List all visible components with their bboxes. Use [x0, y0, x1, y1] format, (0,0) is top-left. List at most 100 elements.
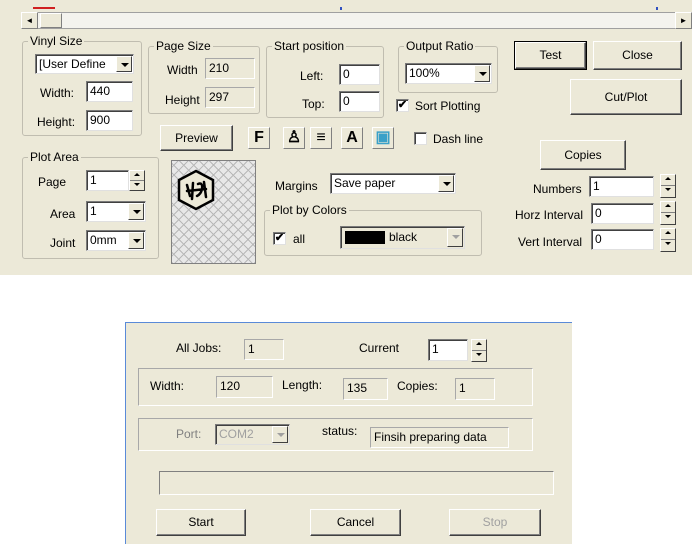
job-copies-label: Copies: [397, 379, 438, 393]
vert-interval-input[interactable]: 0 [591, 229, 654, 250]
color-swatch [345, 231, 385, 244]
test-button[interactable]: Test [514, 41, 587, 70]
page-spinner[interactable] [129, 170, 145, 191]
page-width-value: 210 [205, 58, 255, 79]
start-top-input[interactable]: 0 [339, 91, 380, 112]
job-length-label: Length: [282, 378, 323, 392]
output-ratio-value: 100% [409, 66, 440, 80]
margins-label: Margins [275, 179, 318, 193]
spinner-up-icon[interactable] [661, 175, 675, 186]
all-colors-checkbox[interactable]: ✔ [273, 232, 286, 245]
job-width-label: Width: [150, 379, 185, 393]
spinner-up-icon[interactable] [661, 202, 675, 213]
vinyl-height-label: Height: [37, 115, 76, 129]
current-input[interactable]: 1 [428, 339, 468, 361]
job-copies-value: 1 [455, 378, 495, 400]
vinyl-size-preset-select[interactable]: [User Define [35, 54, 134, 74]
numbers-input[interactable]: 1 [589, 176, 654, 197]
spinner-down-icon[interactable] [661, 213, 675, 224]
chevron-down-icon[interactable] [272, 426, 288, 443]
start-left-input[interactable]: 0 [339, 64, 380, 85]
spinner-up-icon[interactable] [130, 171, 144, 181]
close-button[interactable]: Close [593, 41, 682, 70]
vinyl-height-input[interactable]: 900 [86, 110, 133, 131]
vinyl-width-input[interactable]: 440 [86, 81, 133, 102]
spinner-down-icon[interactable] [661, 186, 675, 197]
cancel-button[interactable]: Cancel [310, 509, 401, 536]
chevron-down-icon[interactable] [128, 232, 144, 249]
top-blue-mark [340, 7, 342, 10]
lines-tool-icon[interactable]: ≡ [310, 127, 332, 149]
image-tool-icon[interactable]: ▣ [372, 127, 394, 149]
horizontal-scrollbar[interactable]: ◄ ► [21, 12, 692, 29]
spinner-down-icon[interactable] [472, 351, 486, 362]
chevron-down-icon[interactable] [116, 56, 132, 72]
plot-preview-canvas[interactable] [171, 160, 256, 264]
area-select[interactable]: 1 [86, 201, 146, 222]
chevron-down-icon[interactable] [474, 65, 490, 82]
horz-interval-spinner[interactable] [660, 201, 676, 225]
vinyl-size-preset-value: [User Define [39, 57, 106, 71]
page-height-label: Height [165, 93, 200, 107]
plot-area-label: Plot Area [28, 150, 81, 164]
scrollbar-thumb[interactable] [40, 13, 62, 28]
sort-plotting-label: Sort Plotting [415, 99, 481, 113]
output-ratio-select[interactable]: 100% [405, 63, 492, 84]
text-tool-icon[interactable]: A [341, 127, 363, 149]
port-select[interactable]: COM2 [215, 424, 290, 445]
page-input[interactable]: 1 [86, 170, 129, 191]
page-width-label: Width [167, 63, 198, 77]
copies-button[interactable]: Copies [540, 140, 626, 170]
color-name: black [389, 230, 418, 244]
stop-button[interactable]: Stop [449, 509, 541, 536]
top-red-mark [33, 7, 55, 9]
spinner-down-icon[interactable] [661, 240, 675, 251]
color-select[interactable]: black [340, 226, 465, 249]
preview-button[interactable]: Preview [160, 125, 233, 151]
status-label: status: [322, 424, 358, 438]
output-ratio-label: Output Ratio [404, 39, 476, 53]
page-height-value: 297 [205, 87, 255, 108]
vinyl-size-label: Vinyl Size [28, 34, 85, 48]
plot-by-colors-label: Plot by Colors [270, 203, 349, 217]
dash-line-label: Dash line [433, 132, 484, 146]
horz-interval-input[interactable]: 0 [591, 203, 654, 224]
chevron-down-icon[interactable] [447, 228, 463, 247]
progress-bar [159, 471, 554, 495]
spinner-up-icon[interactable] [661, 229, 675, 240]
start-position-label: Start position [272, 39, 347, 53]
person-tool-icon[interactable]: ♙ [283, 127, 305, 149]
top-blue-mark-right [656, 7, 658, 10]
cut-plot-button[interactable]: Cut/Plot [570, 79, 682, 115]
joint-select[interactable]: 0mm [86, 230, 146, 251]
chevron-down-icon[interactable] [438, 175, 454, 192]
area-value: 1 [90, 204, 97, 218]
numbers-spinner[interactable] [660, 174, 676, 198]
plot-settings-panel: ◄ ► Vinyl Size [User Define Width: 440 H… [0, 0, 692, 275]
joint-value: 0mm [90, 233, 117, 247]
area-label: Area [50, 207, 76, 221]
sort-plotting-checkbox[interactable]: ✔ [396, 99, 409, 112]
margins-value: Save paper [334, 176, 396, 190]
chevron-down-icon[interactable] [128, 203, 144, 220]
job-width-value: 120 [216, 376, 273, 398]
current-label: Current [359, 341, 400, 355]
scroll-right-arrow-icon[interactable]: ► [675, 12, 692, 29]
joint-label: Joint [50, 236, 76, 250]
spinner-down-icon[interactable] [130, 181, 144, 191]
current-spinner[interactable] [471, 339, 487, 362]
job-length-value: 135 [343, 378, 388, 400]
margins-select[interactable]: Save paper [330, 173, 456, 194]
f-tool-icon[interactable]: F [248, 127, 270, 149]
port-value: COM2 [219, 427, 254, 441]
vert-interval-label: Vert Interval [518, 235, 583, 249]
logo-preview-icon [177, 169, 215, 211]
dash-line-checkbox[interactable] [414, 132, 427, 145]
horz-interval-label: Horz Interval [515, 208, 584, 222]
all-colors-label: all [293, 232, 306, 246]
page-size-label: Page Size [154, 39, 213, 53]
spinner-up-icon[interactable] [472, 340, 486, 351]
scroll-left-arrow-icon[interactable]: ◄ [21, 12, 38, 29]
vert-interval-spinner[interactable] [660, 228, 676, 252]
start-button[interactable]: Start [156, 509, 246, 536]
